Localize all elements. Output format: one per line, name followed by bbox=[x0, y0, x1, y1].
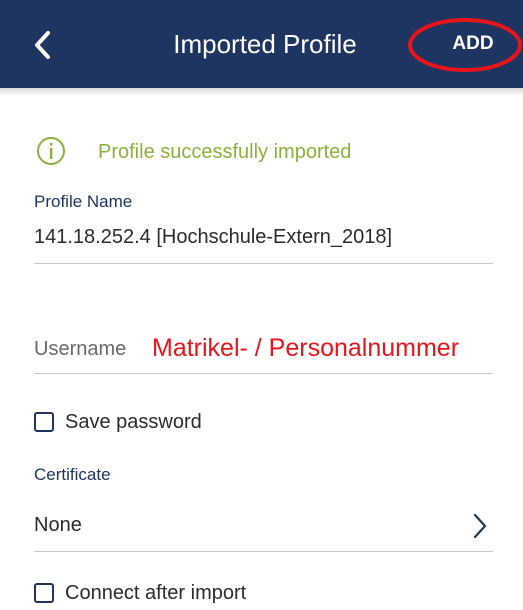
username-label: Username bbox=[34, 338, 127, 360]
username-field[interactable]: Username Matrikel- / Personalnummer bbox=[34, 322, 493, 374]
profile-name-label: Profile Name bbox=[34, 192, 133, 211]
chevron-left-icon bbox=[35, 31, 50, 59]
username-hint: Matrikel- / Personalnummer bbox=[152, 334, 460, 362]
info-icon bbox=[37, 137, 65, 165]
checkbox-box[interactable] bbox=[34, 412, 54, 432]
header-shadow bbox=[0, 88, 523, 96]
certificate-value: None bbox=[34, 514, 82, 536]
certificate-divider bbox=[34, 551, 493, 552]
chevron-right-icon bbox=[473, 513, 487, 539]
connect-after-import-label: Connect after import bbox=[65, 582, 247, 604]
app-header: Imported Profile ADD bbox=[0, 0, 523, 88]
back-button[interactable] bbox=[28, 30, 58, 60]
profile-name-divider bbox=[34, 263, 493, 264]
add-button[interactable]: ADD bbox=[438, 26, 508, 62]
certificate-select[interactable]: None bbox=[34, 500, 493, 552]
save-password-label: Save password bbox=[65, 411, 202, 433]
page-title: Imported Profile bbox=[173, 29, 357, 59]
certificate-label: Certificate bbox=[34, 465, 111, 484]
notice-text: Profile successfully imported bbox=[98, 141, 352, 163]
username-divider bbox=[34, 373, 493, 374]
profile-name-field[interactable]: 141.18.252.4 [Hochschule-Extern_2018] bbox=[34, 224, 392, 250]
checkbox-box[interactable] bbox=[34, 583, 54, 603]
